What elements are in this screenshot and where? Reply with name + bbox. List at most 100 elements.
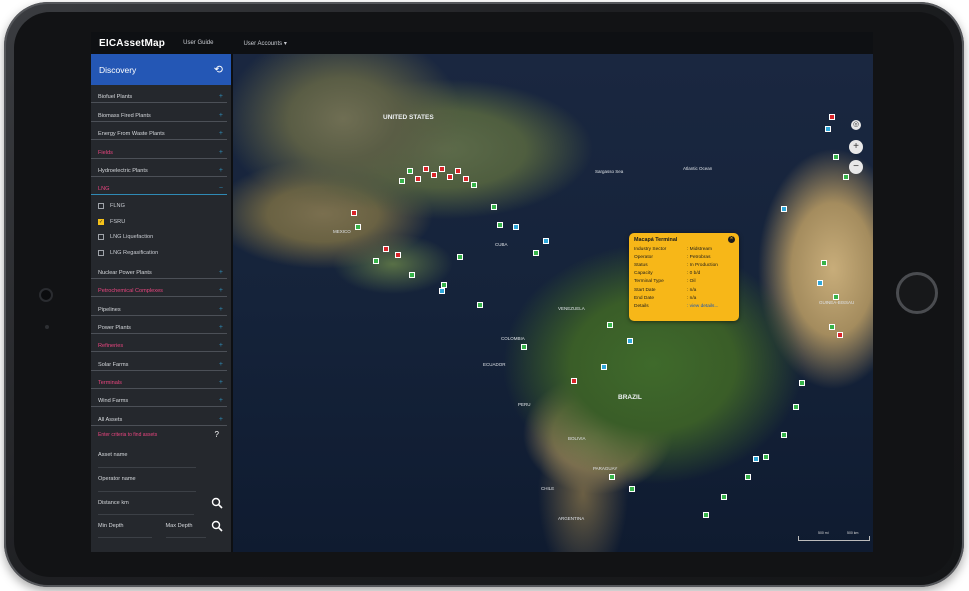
category-petrochemical-complexes[interactable]: Petrochemical Complexes +	[91, 279, 227, 298]
refinery-marker[interactable]	[351, 210, 357, 216]
asset-marker[interactable]	[607, 322, 613, 328]
lng-regasification[interactable]: LNG Regasification	[91, 245, 231, 261]
refinery-marker[interactable]	[423, 166, 429, 172]
expand-icon[interactable]: +	[219, 93, 223, 100]
min-depth-field[interactable]: Min Depth	[98, 514, 152, 539]
expand-icon[interactable]: +	[219, 324, 223, 331]
asset-marker[interactable]	[745, 474, 751, 480]
asset-marker[interactable]	[521, 344, 527, 350]
asset-marker[interactable]	[477, 302, 483, 308]
terminal-marker[interactable]	[753, 456, 759, 462]
category-hydroelectric-plants[interactable]: Hydroelectric Plants +	[91, 159, 227, 177]
asset-marker[interactable]	[763, 454, 769, 460]
nav-user-guide[interactable]: User Guide	[183, 40, 213, 46]
search-icon[interactable]	[211, 497, 223, 509]
refinery-marker[interactable]	[463, 176, 469, 182]
terminal-marker[interactable]	[817, 280, 823, 286]
expand-icon[interactable]: +	[219, 379, 223, 386]
asset-marker[interactable]	[471, 182, 477, 188]
home-button[interactable]	[896, 272, 938, 314]
asset-marker[interactable]	[829, 324, 835, 330]
lng-flng[interactable]: FLNG	[91, 198, 231, 214]
expand-icon[interactable]: +	[219, 287, 223, 294]
expand-icon[interactable]: +	[219, 167, 223, 174]
refresh-icon[interactable]: ⟲	[214, 63, 223, 76]
terminal-marker[interactable]	[781, 206, 787, 212]
asset-marker[interactable]	[703, 512, 709, 518]
category-biofuel-plants[interactable]: Biofuel Plants +	[91, 85, 227, 104]
expand-icon[interactable]: +	[219, 397, 223, 404]
asset-marker[interactable]	[409, 272, 415, 278]
category-energy-from-waste[interactable]: Energy From Waste Plants +	[91, 122, 227, 141]
lng-fsru[interactable]: ✓ FSRU	[91, 214, 231, 230]
terminal-marker[interactable]	[439, 288, 445, 294]
refinery-marker[interactable]	[829, 114, 835, 120]
refinery-marker[interactable]	[571, 378, 577, 384]
expand-icon[interactable]: +	[219, 130, 223, 137]
refinery-marker[interactable]	[837, 332, 843, 338]
category-terminals[interactable]: Terminals +	[91, 371, 227, 390]
lng-liquefaction[interactable]: LNG Liquefaction	[91, 229, 231, 245]
checkbox-checked[interactable]: ✓	[98, 218, 104, 225]
category-lng[interactable]: LNG −	[91, 177, 227, 196]
collapse-icon[interactable]: −	[219, 185, 223, 192]
locate-icon[interactable]: ◎	[851, 120, 861, 130]
asset-marker[interactable]	[399, 178, 405, 184]
refinery-marker[interactable]	[395, 252, 401, 258]
asset-name-field[interactable]: Asset name	[98, 444, 196, 468]
asset-marker[interactable]	[373, 258, 379, 264]
map-view[interactable]: UNITED STATES MEXICO CUBA Sargasso Sea A…	[233, 54, 873, 552]
category-nuclear-power-plants[interactable]: Nuclear Power Plants +	[91, 260, 227, 279]
asset-marker[interactable]	[793, 404, 799, 410]
asset-marker[interactable]	[833, 154, 839, 160]
terminal-marker[interactable]	[513, 224, 519, 230]
expand-icon[interactable]: +	[219, 149, 223, 156]
checkbox[interactable]	[98, 249, 104, 256]
asset-marker[interactable]	[629, 486, 635, 492]
expand-icon[interactable]: +	[219, 342, 223, 349]
zoom-in-button[interactable]: +	[849, 140, 863, 154]
refinery-marker[interactable]	[439, 166, 445, 172]
checkbox[interactable]	[98, 234, 104, 241]
asset-marker[interactable]	[491, 204, 497, 210]
expand-icon[interactable]: +	[219, 306, 223, 313]
refinery-marker[interactable]	[431, 172, 437, 178]
asset-marker[interactable]	[799, 380, 805, 386]
asset-marker[interactable]	[457, 254, 463, 260]
search-icon[interactable]	[211, 520, 223, 532]
category-fields[interactable]: Fields +	[91, 140, 227, 159]
category-wind-farms[interactable]: Wind Farms +	[91, 389, 227, 408]
operator-name-field[interactable]: Operator name	[98, 468, 196, 492]
distance-field[interactable]: Distance km	[98, 491, 194, 516]
asset-marker[interactable]	[609, 474, 615, 480]
terminal-marker[interactable]	[543, 238, 549, 244]
refinery-marker[interactable]	[447, 174, 453, 180]
category-biomass-fired-plants[interactable]: Biomass Fired Plants +	[91, 103, 227, 122]
category-all-assets[interactable]: All Assets +	[91, 407, 227, 426]
category-power-plants[interactable]: Power Plants +	[91, 316, 227, 334]
close-icon[interactable]: ×	[728, 236, 735, 243]
asset-marker[interactable]	[721, 494, 727, 500]
nav-user-accounts[interactable]: User Accounts ▾	[243, 40, 286, 47]
asset-marker[interactable]	[781, 432, 787, 438]
refinery-marker[interactable]	[383, 246, 389, 252]
expand-icon[interactable]: +	[219, 269, 223, 276]
terminal-marker[interactable]	[627, 338, 633, 344]
category-solar-farms[interactable]: Solar Farms +	[91, 352, 227, 371]
asset-marker[interactable]	[497, 222, 503, 228]
asset-marker[interactable]	[843, 174, 849, 180]
category-refineries[interactable]: Refineries +	[91, 334, 227, 353]
asset-marker[interactable]	[407, 168, 413, 174]
expand-icon[interactable]: +	[219, 361, 223, 368]
asset-marker[interactable]	[355, 224, 361, 230]
asset-marker[interactable]	[821, 260, 827, 266]
view-details-link[interactable]: : view details...	[687, 304, 718, 309]
asset-marker[interactable]	[533, 250, 539, 256]
help-icon[interactable]: ?	[215, 430, 219, 439]
zoom-out-button[interactable]: −	[849, 160, 863, 174]
max-depth-field[interactable]: Max Depth	[165, 514, 206, 539]
expand-icon[interactable]: +	[219, 112, 223, 119]
checkbox[interactable]	[98, 203, 104, 210]
asset-marker[interactable]	[833, 294, 839, 300]
refinery-marker[interactable]	[455, 168, 461, 174]
